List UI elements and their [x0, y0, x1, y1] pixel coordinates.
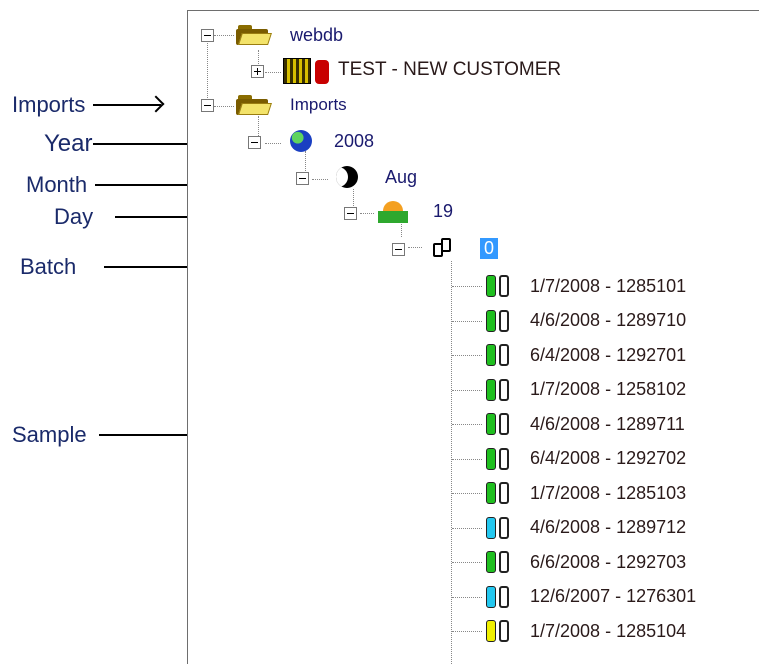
globe-icon [290, 130, 312, 152]
tree-node-webdb[interactable]: webdb [200, 20, 500, 50]
tree-node-imports[interactable]: Imports [200, 90, 500, 120]
sample-label: 1/7/2008 - 1285103 [530, 482, 687, 503]
sample-label: 1/7/2008 - 1285104 [530, 620, 687, 641]
tree-node-label-selected: 0 [480, 237, 499, 259]
tree-node-label: Imports [290, 95, 347, 114]
annotation-batch-label: Batch [20, 254, 77, 279]
annotation-year-arrow [92, 143, 203, 145]
sample-label: 4/6/2008 - 1289712 [530, 517, 687, 537]
sample-vial-icon [486, 309, 510, 332]
tree-node-customer[interactable]: TEST - NEW CUSTOMER [248, 55, 648, 85]
sunrise-icon [378, 199, 408, 223]
sample-item[interactable]: 1/7/2008 - 1285103 [484, 478, 754, 508]
tree-node-batch[interactable]: 0 [389, 233, 689, 263]
moon-icon [336, 166, 358, 188]
sample-item[interactable]: 4/6/2008 - 1289710 [484, 306, 754, 336]
tree-node-label: 2008 [334, 130, 375, 151]
sample-vial-icon [486, 620, 510, 642]
collapse-toggle[interactable] [344, 207, 357, 220]
annotation-sample-label: Sample [12, 422, 87, 447]
tree-view[interactable]: webdb TEST - NEW CUSTOMER Imports 2008 A… [187, 10, 759, 664]
expand-toggle[interactable] [251, 65, 264, 78]
sample-vial-icon [486, 413, 510, 435]
batch-icon [433, 238, 455, 258]
annotation-imports-label: Imports [12, 92, 86, 117]
annotation-imports-arrow [93, 104, 162, 106]
sample-label: 4/6/2008 - 1289710 [530, 310, 687, 330]
sample-item[interactable]: 6/6/2008 - 1292703 [484, 547, 754, 577]
sample-item[interactable]: 6/4/2008 - 1292702 [484, 444, 754, 474]
sample-vial-icon [486, 275, 510, 297]
sample-item[interactable]: 1/7/2008 - 1258102 [484, 375, 754, 405]
sample-vial-icon [486, 516, 510, 539]
tree-node-day[interactable]: 19 [341, 196, 641, 226]
annotation-year: Year [44, 130, 203, 158]
annotation-month-label: Month [26, 172, 88, 197]
sample-label: 4/6/2008 - 1289711 [530, 413, 685, 434]
sample-vial-icon [486, 585, 510, 608]
tree-node-label: Aug [385, 166, 418, 187]
collapse-toggle[interactable] [201, 29, 214, 42]
sample-vial-icon [486, 378, 510, 401]
collapse-toggle[interactable] [248, 136, 261, 149]
sample-label: 6/4/2008 - 1292701 [530, 344, 687, 365]
collapse-toggle[interactable] [392, 243, 405, 256]
sample-label: 12/6/2007 - 1276301 [530, 586, 697, 606]
sample-item[interactable]: 6/4/2008 - 1292701 [484, 340, 754, 370]
sample-vial-icon [486, 344, 510, 366]
collapse-toggle[interactable] [201, 99, 214, 112]
building-icon [283, 56, 331, 84]
sample-item[interactable]: 12/6/2007 - 1276301 [484, 582, 754, 612]
sample-item[interactable]: 4/6/2008 - 1289711 [484, 409, 754, 439]
folder-icon [236, 25, 272, 45]
sample-item[interactable]: 1/7/2008 - 1285101 [484, 271, 754, 301]
collapse-toggle[interactable] [296, 172, 309, 185]
sample-label: 1/7/2008 - 1285101 [530, 275, 687, 296]
annotation-year-label: Year [44, 130, 93, 157]
sample-label: 6/6/2008 - 1292703 [530, 551, 687, 572]
sample-vial-icon [486, 482, 510, 504]
annotation-imports: Imports [12, 92, 162, 118]
sample-label: 1/7/2008 - 1258102 [530, 379, 687, 399]
sample-item[interactable]: 1/7/2008 - 1285104 [484, 616, 754, 646]
tree-node-label: TEST - NEW CUSTOMER [338, 59, 562, 80]
annotation-day-label: Day [54, 204, 94, 229]
sample-vial-icon [486, 551, 510, 573]
folder-icon [236, 95, 272, 115]
sample-label: 6/4/2008 - 1292702 [530, 448, 687, 468]
sample-vial-icon [486, 447, 510, 470]
tree-node-month[interactable]: Aug [293, 162, 593, 192]
tree-node-label: 19 [433, 200, 454, 221]
sample-item[interactable]: 4/6/2008 - 1289712 [484, 513, 754, 543]
tree-node-label: webdb [290, 24, 344, 45]
tree-node-year[interactable]: 2008 [246, 126, 546, 156]
